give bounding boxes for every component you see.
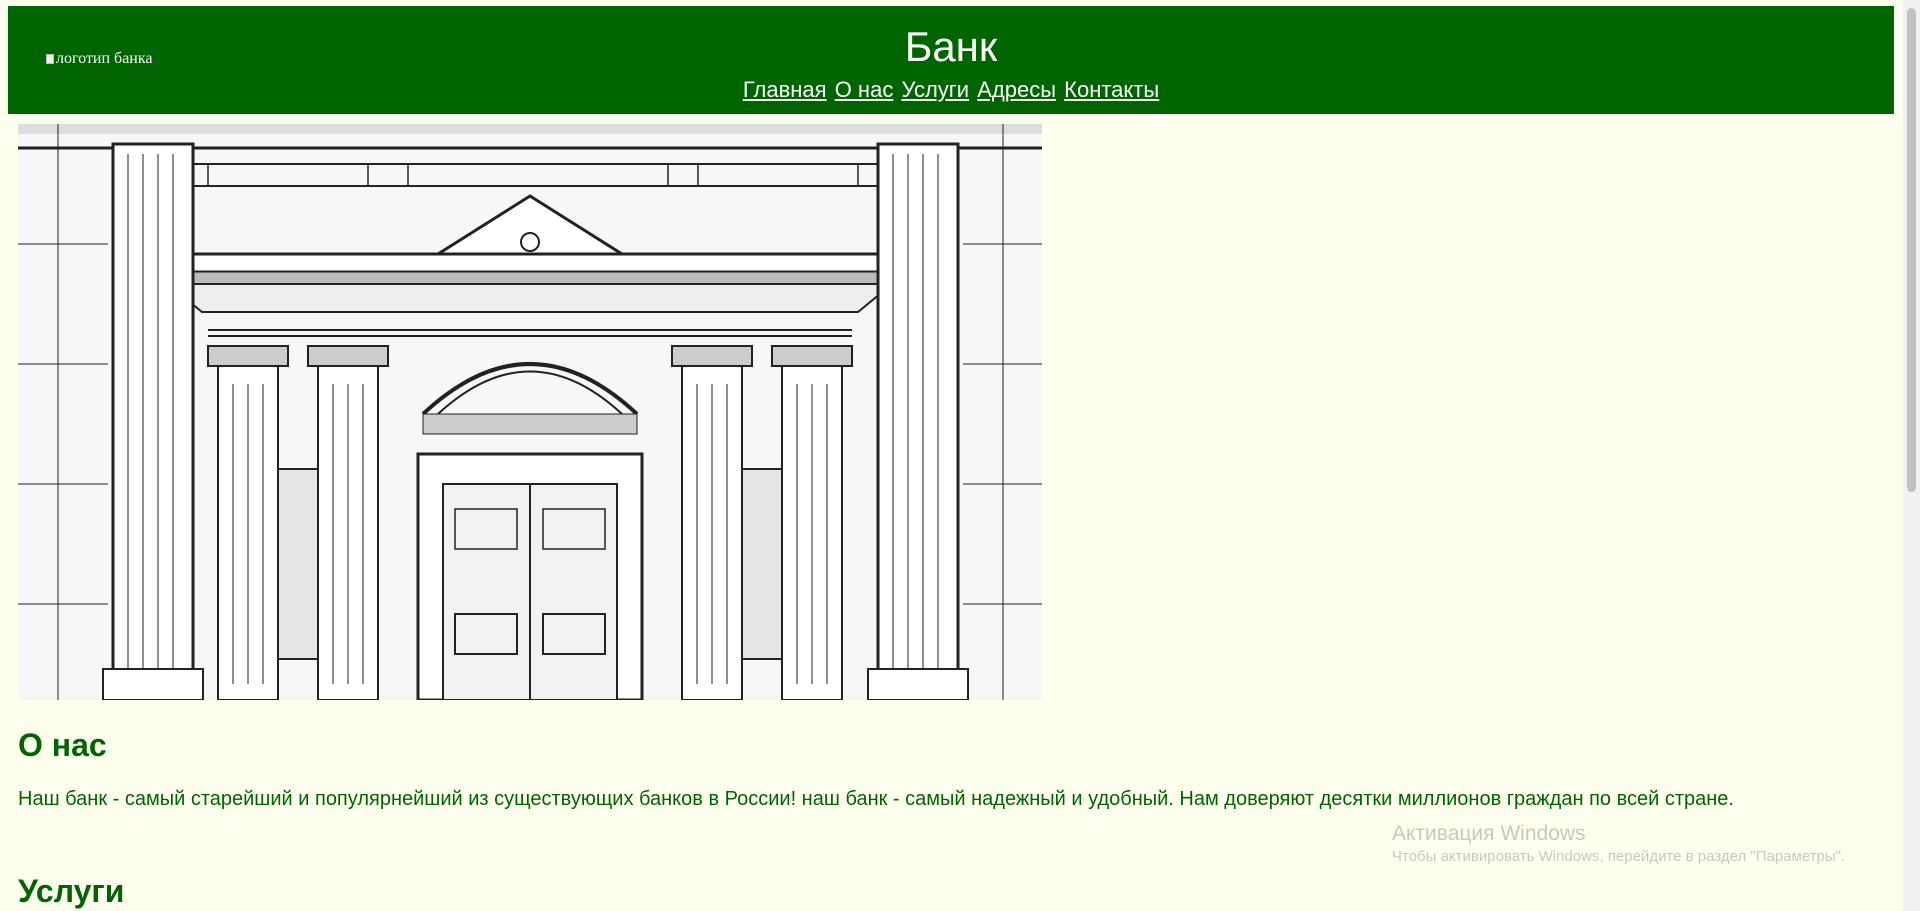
site-title: Банк: [904, 23, 998, 70]
watermark-title: Активация Windows: [1392, 822, 1586, 845]
site-header: логотип банка Банк Главная О нас Услуги …: [8, 6, 1894, 114]
about-text: Наш банк - самый старейший и популярнейш…: [18, 788, 1734, 810]
nav-link-about[interactable]: О нас: [835, 77, 894, 102]
main-nav: Главная О нас Услуги Адресы Контакты: [8, 76, 1894, 104]
watermark-subtitle: Чтобы активировать Windows, перейдите в …: [1392, 848, 1846, 865]
windows-activation-watermark: Активация Windows Чтобы активировать Win…: [1392, 821, 1845, 867]
nav-link-home[interactable]: Главная: [743, 77, 827, 102]
bank-building-image: [18, 124, 1042, 700]
nav-link-services[interactable]: Услуги: [901, 77, 969, 102]
vertical-scrollbar[interactable]: [1903, 0, 1920, 911]
nav-link-addresses[interactable]: Адресы: [977, 77, 1056, 102]
scrollbar-thumb[interactable]: [1907, 8, 1916, 492]
about-heading: О нас: [18, 727, 107, 763]
services-heading: Услуги: [18, 873, 125, 909]
nav-link-contacts[interactable]: Контакты: [1064, 77, 1159, 102]
